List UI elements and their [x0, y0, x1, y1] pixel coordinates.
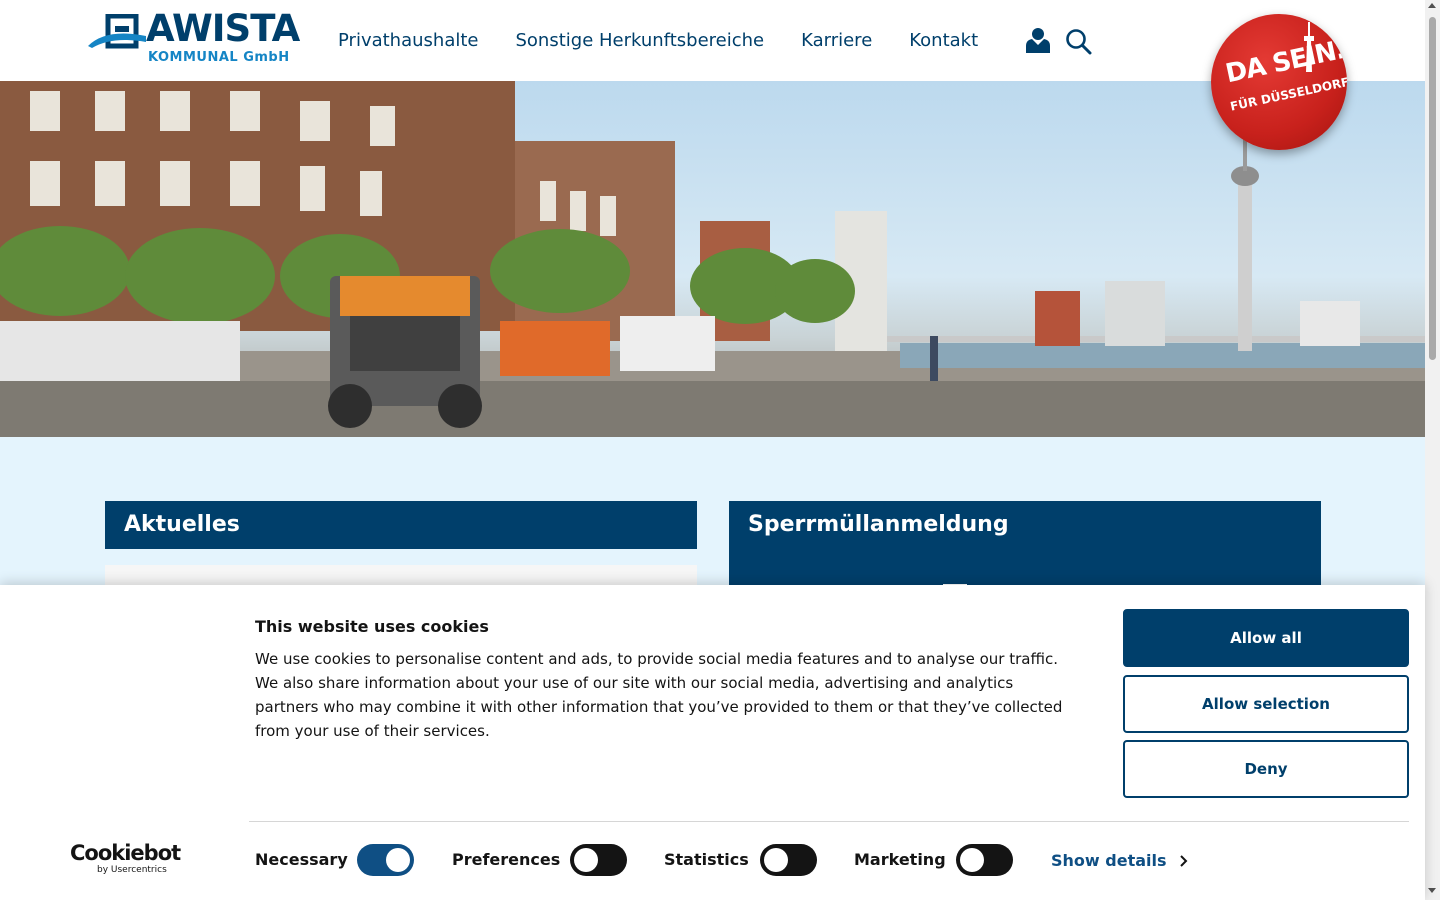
logo-name: AWISTA	[146, 7, 300, 50]
toggle-knob	[386, 848, 410, 872]
search-icon[interactable]	[1065, 28, 1092, 55]
page-scrollbar[interactable]	[1425, 0, 1440, 900]
show-details-link[interactable]: Show details	[1051, 851, 1167, 870]
awista-logo[interactable]: AWISTA KOMMUNAL GmbH	[88, 10, 300, 68]
toggle-knob	[960, 848, 984, 872]
scroll-down-arrow-icon[interactable]	[1428, 888, 1436, 893]
chevron-right-icon[interactable]	[1177, 854, 1191, 868]
cookie-divider	[249, 821, 1409, 822]
necessary-toggle[interactable]	[357, 844, 414, 876]
nav-karriere[interactable]: Karriere	[801, 30, 872, 51]
allow-selection-button[interactable]: Allow selection	[1123, 675, 1409, 733]
scroll-thumb[interactable]	[1429, 17, 1436, 360]
cookiebot-name: Cookiebot	[70, 841, 181, 865]
marketing-toggle[interactable]	[956, 844, 1013, 876]
toggle-knob	[574, 848, 598, 872]
awista-logo-mark-icon	[88, 14, 146, 49]
nav-kontakt[interactable]: Kontakt	[909, 30, 978, 51]
cookie-title: This website uses cookies	[255, 617, 489, 636]
nav-sonstige-herkunftsbereiche[interactable]: Sonstige Herkunftsbereiche	[515, 30, 764, 51]
user-icon[interactable]	[1025, 27, 1051, 54]
cookie-text: We use cookies to personalise content an…	[255, 650, 1063, 740]
statistics-toggle[interactable]	[760, 844, 817, 876]
main-nav: Privathaushalte Sonstige Herkunftsbereic…	[338, 30, 978, 51]
nav-privathaushalte[interactable]: Privathaushalte	[338, 30, 478, 51]
toggle-knob	[764, 848, 788, 872]
toggle-label-marketing: Marketing	[854, 850, 946, 869]
news-heading: Aktuelles	[105, 501, 697, 549]
toggle-label-necessary: Necessary	[255, 850, 348, 869]
logo-subtitle: KOMMUNAL GmbH	[148, 50, 290, 65]
cookie-banner: This website uses cookies We use cookies…	[0, 585, 1425, 900]
hero-image	[0, 81, 1425, 437]
hero-scene	[0, 81, 1425, 437]
da-sein-badge[interactable]: DA SEIN. FÜR DÜSSELDORF.	[1211, 14, 1347, 150]
preferences-toggle[interactable]	[570, 844, 627, 876]
toggle-label-preferences: Preferences	[452, 850, 561, 869]
toggle-label-statistics: Statistics	[664, 850, 749, 869]
scroll-up-arrow-icon[interactable]	[1428, 3, 1436, 8]
allow-all-button[interactable]: Allow all	[1123, 609, 1409, 667]
deny-button[interactable]: Deny	[1123, 740, 1409, 798]
cookiebot-by: by Usercentrics	[97, 865, 167, 875]
cookiebot-logo[interactable]: Cookiebot by Usercentrics	[70, 841, 181, 879]
